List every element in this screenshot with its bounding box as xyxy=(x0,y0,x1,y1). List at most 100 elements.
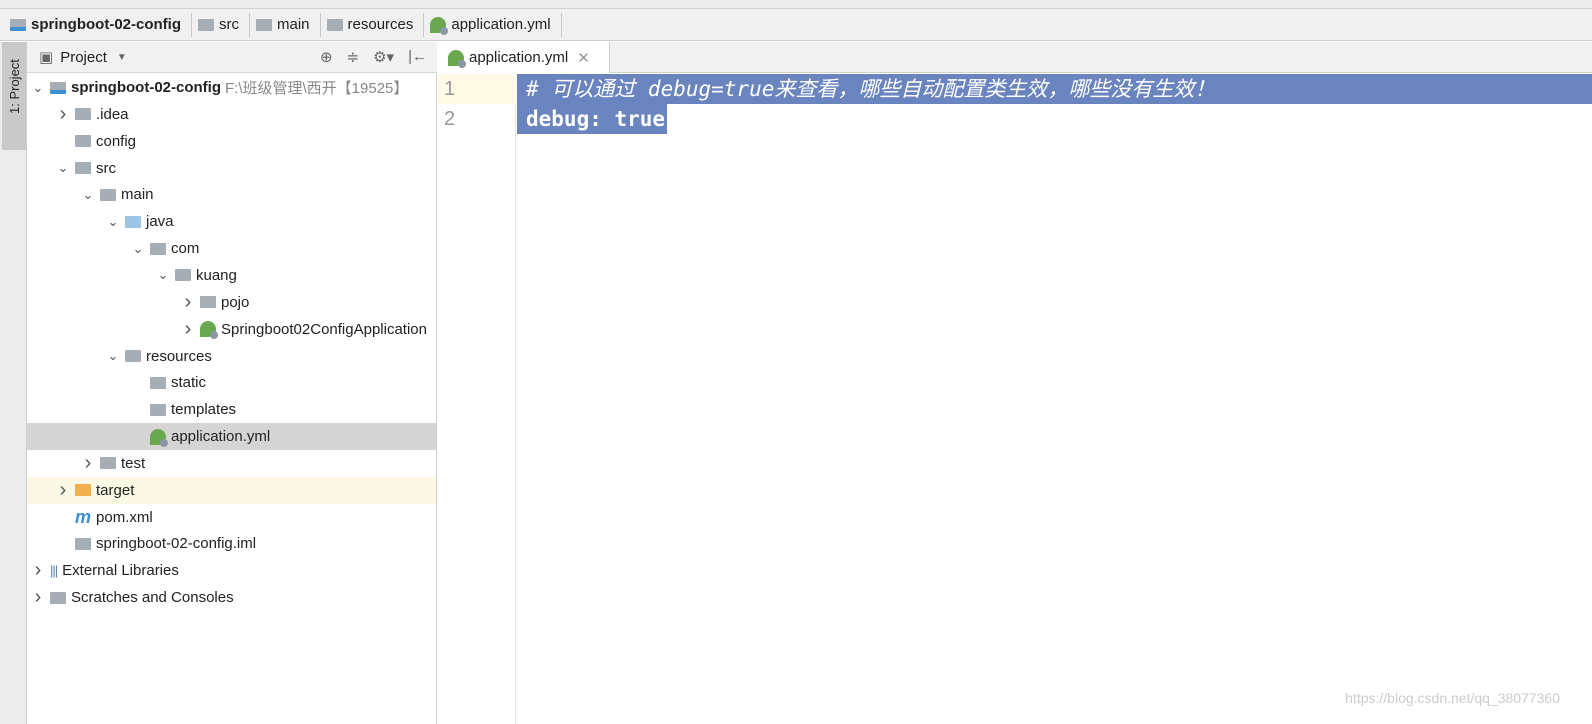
chevron-down-icon[interactable]: ⌄ xyxy=(103,348,123,364)
folder-icon xyxy=(150,403,166,416)
tree-item[interactable]: › .idea xyxy=(27,101,436,128)
tree-item[interactable]: › Scratches and Consoles xyxy=(27,584,436,611)
tree-item-label: Springboot02ConfigApplication xyxy=(221,320,427,338)
tree-item[interactable]: templates xyxy=(27,396,436,423)
tree-item-label: target xyxy=(96,481,135,499)
tree-item[interactable]: application.yml xyxy=(27,423,436,451)
module-folder-icon xyxy=(10,18,26,31)
folder-icon xyxy=(75,135,91,148)
breadcrumb-item[interactable]: springboot-02-config xyxy=(10,12,192,37)
locate-icon[interactable]: ⊕ xyxy=(320,48,333,66)
package-icon xyxy=(150,242,166,255)
folder-icon xyxy=(75,162,91,175)
tab-application-yml[interactable]: application.yml ✕ xyxy=(438,42,610,73)
chevron-down-icon[interactable]: ⌄ xyxy=(53,160,73,176)
scratches-icon xyxy=(50,591,66,604)
project-tool-tab[interactable]: 1: Project xyxy=(2,42,26,150)
tree-item-label: springboot-02-config xyxy=(71,79,221,96)
chevron-down-icon[interactable]: ⌄ xyxy=(128,241,148,257)
iml-file-icon xyxy=(75,537,91,550)
tree-item-label: Scratches and Consoles xyxy=(71,589,234,607)
resources-folder-icon xyxy=(326,18,343,31)
tree-item[interactable]: m pom.xml xyxy=(27,504,436,531)
spring-class-icon xyxy=(200,321,218,340)
tree-item[interactable]: ⌄ kuang xyxy=(27,262,436,289)
chevron-down-icon[interactable]: ⌄ xyxy=(78,187,98,203)
package-icon xyxy=(175,269,191,282)
chevron-down-icon[interactable]: ⌄ xyxy=(103,214,123,230)
breadcrumb-label: src xyxy=(219,16,239,33)
chevron-right-icon[interactable]: › xyxy=(178,291,198,314)
gear-icon[interactable]: ⚙▾ xyxy=(373,48,394,66)
tree-item-label: springboot-02-config.iml xyxy=(96,535,257,553)
collapse-all-icon[interactable]: ≑ xyxy=(347,48,360,66)
tree-item[interactable]: ⌄ main xyxy=(27,181,436,208)
chevron-right-icon[interactable]: › xyxy=(28,586,48,609)
tree-item-label: java xyxy=(146,213,174,231)
chevron-down-icon[interactable]: ⌄ xyxy=(28,80,48,96)
project-view-icon: ▣ xyxy=(39,49,54,66)
tree-item-label: main xyxy=(121,186,154,204)
tree-item[interactable]: config xyxy=(27,128,436,155)
tree-item[interactable]: › test xyxy=(27,450,436,477)
breadcrumb-item[interactable]: main xyxy=(256,12,321,37)
project-tree: ⌄ springboot-02-config F:\班级管理\西开【19525】 ›.… xyxy=(27,74,437,724)
tree-item[interactable]: › target xyxy=(27,476,436,504)
tree-item[interactable]: › ||| External Libraries xyxy=(27,557,436,584)
code-line-comment[interactable]: # 可以通过 debug=true来查看，哪些自动配置类生效，哪些没有生效！ xyxy=(517,74,1592,104)
tree-item[interactable]: ⌄ resources xyxy=(27,343,436,370)
chevron-right-icon[interactable]: › xyxy=(53,479,73,502)
tree-item-label: static xyxy=(171,374,207,392)
line-number: 2 xyxy=(444,108,456,130)
code-line-debug[interactable]: debug: true xyxy=(517,104,668,134)
chevron-down-icon[interactable]: ▼ xyxy=(117,52,127,63)
spring-yml-icon xyxy=(430,16,449,35)
hide-panel-icon[interactable]: |← xyxy=(408,48,427,66)
tree-item-label: src xyxy=(96,159,116,177)
tree-item-label: pom.xml xyxy=(96,508,153,526)
chevron-right-icon[interactable]: › xyxy=(178,318,198,341)
project-tool-tab-label: 1: Project xyxy=(7,59,22,114)
chevron-right-icon[interactable]: › xyxy=(28,559,48,582)
tree-item-label: External Libraries xyxy=(62,562,179,580)
breadcrumb-label: application.yml xyxy=(451,16,551,33)
folder-icon xyxy=(100,457,116,470)
tree-item[interactable]: ⌄ src xyxy=(27,155,436,182)
module-folder-icon xyxy=(50,81,66,94)
tree-item-label: templates xyxy=(171,401,237,419)
editor-tab-bar: application.yml ✕ xyxy=(438,42,1592,73)
tree-item-label: config xyxy=(96,132,137,150)
editor-gutter: 1 2 xyxy=(438,74,516,724)
tree-item[interactable]: › pojo xyxy=(27,289,436,316)
tree-item[interactable]: static xyxy=(27,369,436,396)
tree-item[interactable]: › Springboot02ConfigApplication xyxy=(27,316,436,343)
tree-item-label: pojo xyxy=(221,293,250,311)
spring-yml-icon xyxy=(150,428,168,447)
breadcrumb-label: springboot-02-config xyxy=(31,16,181,33)
project-view-selector[interactable]: Project xyxy=(60,49,107,66)
folder-icon xyxy=(198,18,214,31)
tree-item[interactable]: springboot-02-config.iml xyxy=(27,530,436,557)
close-icon[interactable]: ✕ xyxy=(577,49,590,67)
chevron-right-icon[interactable]: › xyxy=(53,103,73,126)
libraries-icon: ||| xyxy=(50,563,58,579)
line-number: 1 xyxy=(438,74,516,104)
tree-item-label: resources xyxy=(146,347,212,365)
breadcrumb-item[interactable]: resources xyxy=(326,12,425,37)
breadcrumb-label: resources xyxy=(347,16,414,33)
breadcrumb-item[interactable]: src xyxy=(198,12,250,37)
excluded-folder-icon xyxy=(75,484,91,497)
folder-icon xyxy=(150,376,166,389)
chevron-down-icon[interactable]: ⌄ xyxy=(153,267,173,283)
spring-yml-icon xyxy=(448,49,466,68)
tree-item[interactable]: ⌄ com xyxy=(27,235,436,262)
tree-item[interactable]: ⌄ java xyxy=(27,208,436,235)
chevron-right-icon[interactable]: › xyxy=(78,452,98,475)
source-folder-icon xyxy=(125,215,141,228)
tree-item-label: application.yml xyxy=(171,428,271,446)
tree-item[interactable]: ⌄ springboot-02-config F:\班级管理\西开【19525】 xyxy=(27,74,436,101)
breadcrumb-item[interactable]: application.yml xyxy=(430,12,562,37)
main-toolbar xyxy=(0,0,1592,9)
tree-item-label: com xyxy=(171,240,200,258)
watermark: https://blog.csdn.net/qq_38077360 xyxy=(1345,690,1560,706)
